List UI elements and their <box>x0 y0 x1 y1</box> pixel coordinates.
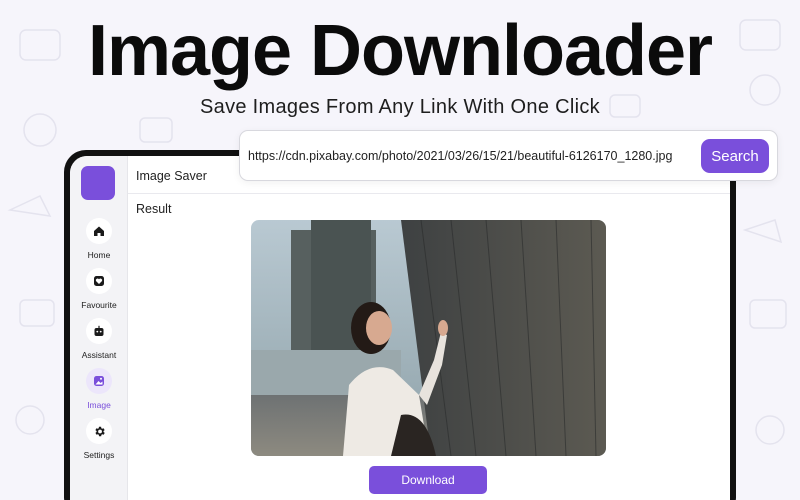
sidebar-item-label: Home <box>87 250 111 260</box>
sidebar-item-label: Image <box>87 400 111 410</box>
sidebar-item-assistant[interactable]: Assistant <box>70 318 128 360</box>
sidebar-item-home[interactable]: Home <box>70 218 128 260</box>
home-icon <box>86 218 112 244</box>
app-title: Image Saver <box>136 169 207 183</box>
sidebar-item-label: Settings <box>83 450 115 460</box>
heart-icon <box>86 268 112 294</box>
hero-subtitle: Save Images From Any Link With One Click <box>200 96 600 118</box>
sidebar-item-favourite[interactable]: Favourite <box>70 268 128 310</box>
download-button[interactable]: Download <box>369 466 487 494</box>
result-heading: Result <box>136 202 172 216</box>
robot-icon <box>86 318 112 344</box>
url-input[interactable] <box>248 143 698 169</box>
app-logo <box>81 166 115 200</box>
hero-title: Image Downloader <box>87 11 713 91</box>
result-image <box>251 220 606 456</box>
url-search-bar: Search <box>239 130 778 181</box>
tablet-frame: Home Favourite Assistant Image Settings … <box>64 150 736 500</box>
sidebar-item-label: Favourite <box>81 300 117 310</box>
image-icon <box>86 368 112 394</box>
search-button[interactable]: Search <box>701 139 769 173</box>
gear-icon <box>86 418 112 444</box>
sidebar-item-image[interactable]: Image <box>70 368 128 410</box>
app-screen: Home Favourite Assistant Image Settings … <box>70 156 730 500</box>
sidebar-item-settings[interactable]: Settings <box>70 418 128 460</box>
sidebar: Home Favourite Assistant Image Settings <box>70 156 128 500</box>
sidebar-item-label: Assistant <box>81 350 117 360</box>
